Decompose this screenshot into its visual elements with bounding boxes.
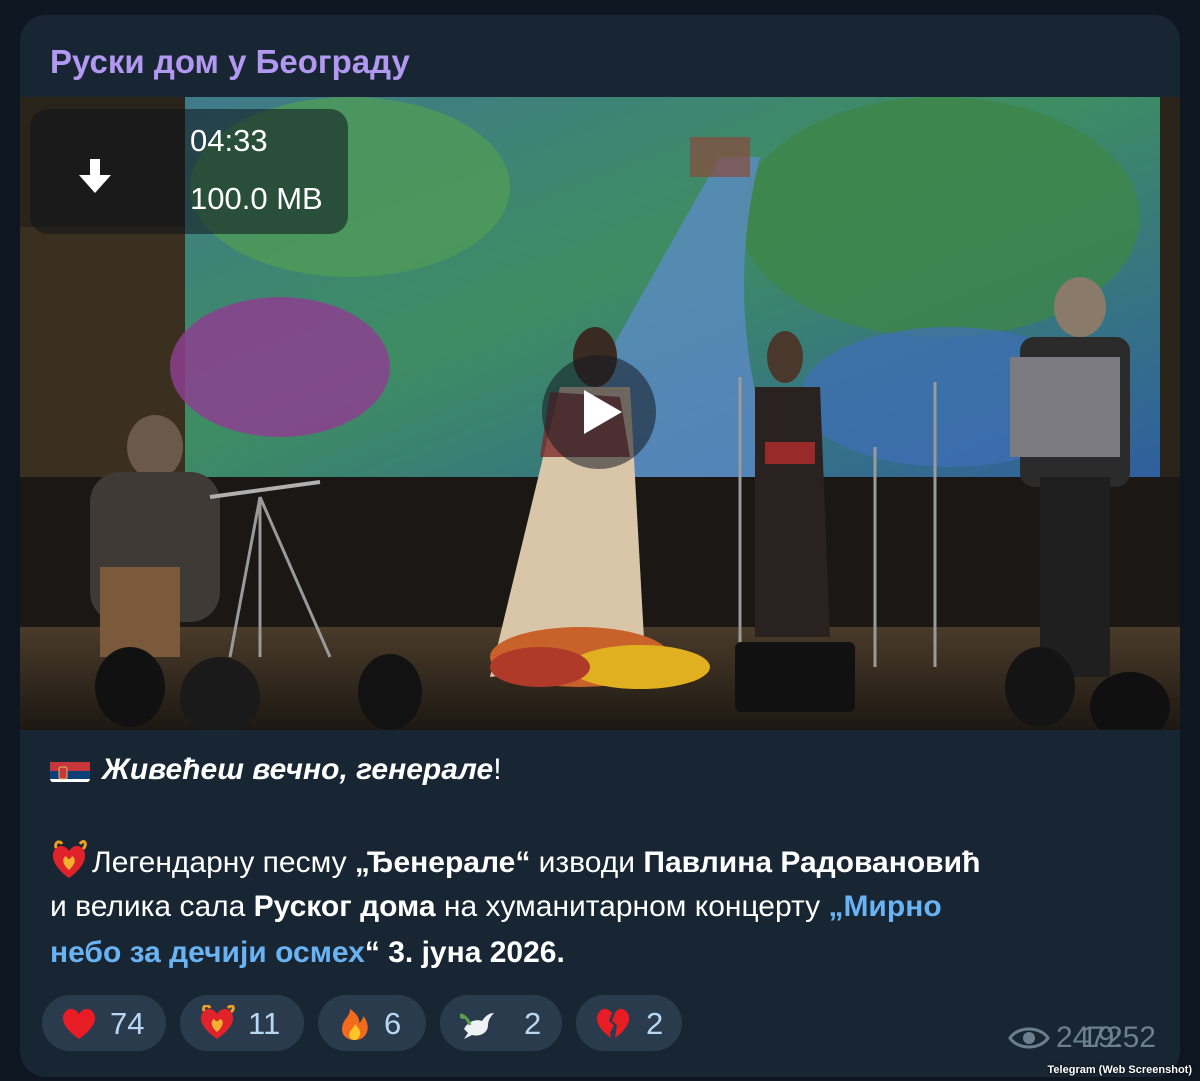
red-heart-icon: [62, 1008, 96, 1039]
eye-icon: [1008, 1027, 1050, 1049]
reaction-heart-on-fire[interactable]: 11: [180, 995, 304, 1051]
channel-name[interactable]: Руски дом у Београду: [50, 43, 410, 81]
heart-on-fire-icon: [200, 1005, 235, 1039]
reaction-fire[interactable]: 6: [318, 995, 426, 1051]
caption-headline-line: Живећеш вечно, генерале!: [50, 747, 502, 793]
reaction-count: 6: [384, 1006, 402, 1041]
caption-line-2: и велика сала Руског дома на хуманитарно…: [50, 884, 942, 930]
caption-text: “: [364, 936, 380, 969]
serbia-flag-icon: [50, 756, 90, 782]
concert-link[interactable]: „Мирно: [828, 890, 941, 923]
broken-heart-icon: [596, 1008, 630, 1038]
video-player[interactable]: 04:33 100.0 MB: [20, 97, 1180, 730]
reaction-red-heart[interactable]: 74: [42, 995, 166, 1051]
play-icon: [584, 390, 622, 434]
concert-link[interactable]: небо за дечији осмех: [50, 936, 365, 969]
caption-line-3: небо за дечији осмех“ 3. јуна 2026.: [50, 930, 565, 976]
caption-text: Легендарну песму: [92, 846, 355, 879]
download-arrow-icon[interactable]: [75, 157, 115, 197]
reaction-count: 11: [248, 1006, 281, 1041]
reaction-count: 2: [646, 1006, 664, 1041]
message-time: 19:52: [1080, 1021, 1156, 1054]
video-duration: 04:33: [190, 123, 268, 158]
dove-icon: [459, 1013, 494, 1039]
fire-icon: [342, 1009, 368, 1040]
reaction-broken-heart[interactable]: 2: [576, 995, 682, 1051]
caption-text: на хуманитарном концерту: [435, 890, 829, 923]
screenshot-watermark: Telegram (Web Screenshot): [1047, 1064, 1192, 1076]
video-file-size: 100.0 MB: [190, 181, 323, 216]
concert-date: 3. јуна 2026.: [379, 936, 565, 969]
heart-on-fire-icon: [50, 838, 88, 880]
message-bubble: Руски дом у Београду 04:33 100.0 MB Живе…: [20, 15, 1180, 1077]
reaction-dove[interactable]: 2: [440, 995, 562, 1051]
reaction-count: 2: [524, 1006, 542, 1041]
hall-name: Руског дома: [253, 890, 436, 923]
performer-name: Павлина Радовановић: [643, 846, 981, 879]
song-title: „Ђенерале“: [354, 846, 531, 879]
caption-text: и велика сала: [50, 890, 254, 923]
caption-line-1: Легендарну песму „Ђенерале“ изводи Павли…: [50, 838, 980, 886]
caption-headline-end: !: [493, 753, 502, 786]
download-overlay[interactable]: 04:33 100.0 MB: [30, 109, 348, 234]
caption-text: изводи: [530, 846, 644, 879]
play-button[interactable]: [542, 355, 656, 469]
reaction-count: 74: [110, 1006, 145, 1041]
caption-headline: Живећеш вечно, генерале: [102, 753, 494, 786]
